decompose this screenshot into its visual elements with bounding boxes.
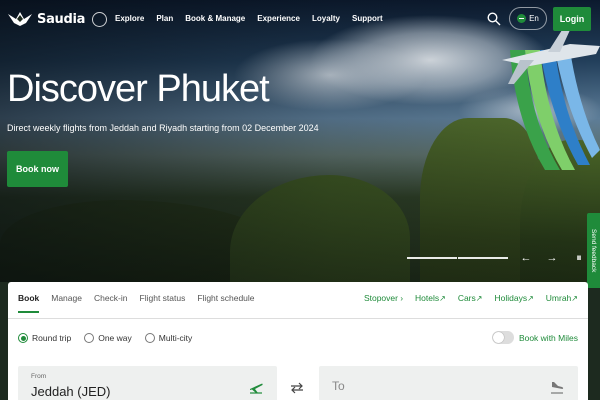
carousel-progress bbox=[407, 257, 508, 259]
swap-icon[interactable] bbox=[289, 382, 305, 394]
aircraft-tail-graphic bbox=[502, 30, 600, 170]
departure-plane-icon bbox=[250, 383, 263, 394]
miles-label: Book with Miles bbox=[518, 332, 578, 343]
hero-subtitle: Direct weekly flights from Jeddah and Ri… bbox=[7, 123, 319, 133]
search-icon[interactable] bbox=[487, 12, 501, 26]
send-feedback-tab[interactable]: Send feedback bbox=[587, 213, 600, 288]
from-field[interactable]: From Jeddah (JED) bbox=[18, 366, 277, 400]
carousel-pause-icon[interactable]: ⏸ bbox=[571, 250, 587, 266]
flag-icon bbox=[517, 14, 527, 23]
nav-item-explore[interactable]: Explore bbox=[115, 14, 144, 23]
link-umrah[interactable]: Umrah↗ bbox=[546, 293, 578, 303]
trip-type-selector: Round trip One way Multi-city bbox=[18, 333, 205, 343]
link-stopover[interactable]: Stopover › bbox=[364, 293, 403, 303]
login-button[interactable]: Login bbox=[553, 7, 591, 31]
language-selector[interactable]: En bbox=[509, 7, 547, 30]
miles-toggle[interactable] bbox=[491, 331, 514, 344]
trip-type-label: Multi-city bbox=[158, 333, 193, 343]
external-link-icon: ↗ bbox=[571, 294, 578, 303]
radio-round-trip[interactable] bbox=[18, 333, 28, 343]
radio-multi-city[interactable] bbox=[144, 333, 155, 343]
carousel-indicator[interactable] bbox=[458, 257, 508, 259]
carousel-indicator[interactable] bbox=[407, 257, 457, 259]
link-holidays[interactable]: Holidays↗ bbox=[494, 293, 533, 303]
main-menu: Explore Plan Book & Manage Experience Lo… bbox=[115, 14, 395, 23]
nav-item-support[interactable]: Support bbox=[352, 14, 383, 23]
link-cars[interactable]: Cars↗ bbox=[458, 293, 483, 303]
carousel-prev-icon[interactable]: ← bbox=[518, 250, 534, 266]
trip-type-label: Round trip bbox=[32, 333, 72, 343]
hero-title: Discover Phuket bbox=[7, 68, 270, 110]
book-now-button[interactable]: Book now bbox=[7, 151, 68, 187]
logo-emblem-icon bbox=[8, 12, 32, 26]
tab-manage[interactable]: Manage bbox=[51, 293, 82, 313]
saudia-logo[interactable]: Saudia bbox=[7, 10, 108, 28]
link-hotels[interactable]: Hotels↗ bbox=[415, 293, 446, 303]
logo-seal-icon bbox=[92, 11, 108, 27]
top-navigation: Saudia Explore Plan Book & Manage Experi… bbox=[0, 0, 600, 38]
booking-tabs: Book Manage Check-in Flight status Fligh… bbox=[18, 293, 267, 313]
tab-flight-status[interactable]: Flight status bbox=[140, 293, 186, 313]
radio-one-way[interactable] bbox=[84, 333, 95, 343]
to-field[interactable]: To bbox=[319, 366, 578, 400]
tab-flight-schedule[interactable]: Flight schedule bbox=[197, 293, 254, 313]
nav-item-loyalty[interactable]: Loyalty bbox=[312, 14, 340, 23]
nav-item-experience[interactable]: Experience bbox=[257, 14, 300, 23]
trip-type-label: One way bbox=[98, 333, 132, 343]
hero-banner bbox=[0, 0, 600, 282]
booking-extras: Stopover › Hotels↗ Cars↗ Holidays↗ Umrah… bbox=[352, 293, 578, 303]
nav-item-book-manage[interactable]: Book & Manage bbox=[185, 14, 245, 23]
external-link-icon: ↗ bbox=[439, 294, 446, 303]
tabs-divider bbox=[8, 318, 588, 319]
chevron-right-icon: › bbox=[400, 294, 404, 303]
language-label: En bbox=[529, 14, 539, 23]
external-link-icon: ↗ bbox=[475, 294, 483, 303]
nav-item-plan[interactable]: Plan bbox=[156, 14, 173, 23]
arrival-plane-icon bbox=[551, 382, 564, 394]
external-link-icon: ↗ bbox=[527, 294, 534, 303]
book-with-miles: Book with Miles bbox=[491, 331, 578, 344]
tab-book[interactable]: Book bbox=[18, 293, 40, 313]
carousel-next-icon[interactable]: → bbox=[544, 250, 560, 266]
from-value: Jeddah (JED) bbox=[31, 384, 111, 399]
from-label: From bbox=[31, 373, 47, 380]
to-placeholder: To bbox=[332, 379, 345, 393]
tab-check-in[interactable]: Check-in bbox=[94, 293, 128, 313]
booking-widget: Book Manage Check-in Flight status Fligh… bbox=[8, 282, 588, 400]
logo-text: Saudia bbox=[37, 11, 86, 27]
